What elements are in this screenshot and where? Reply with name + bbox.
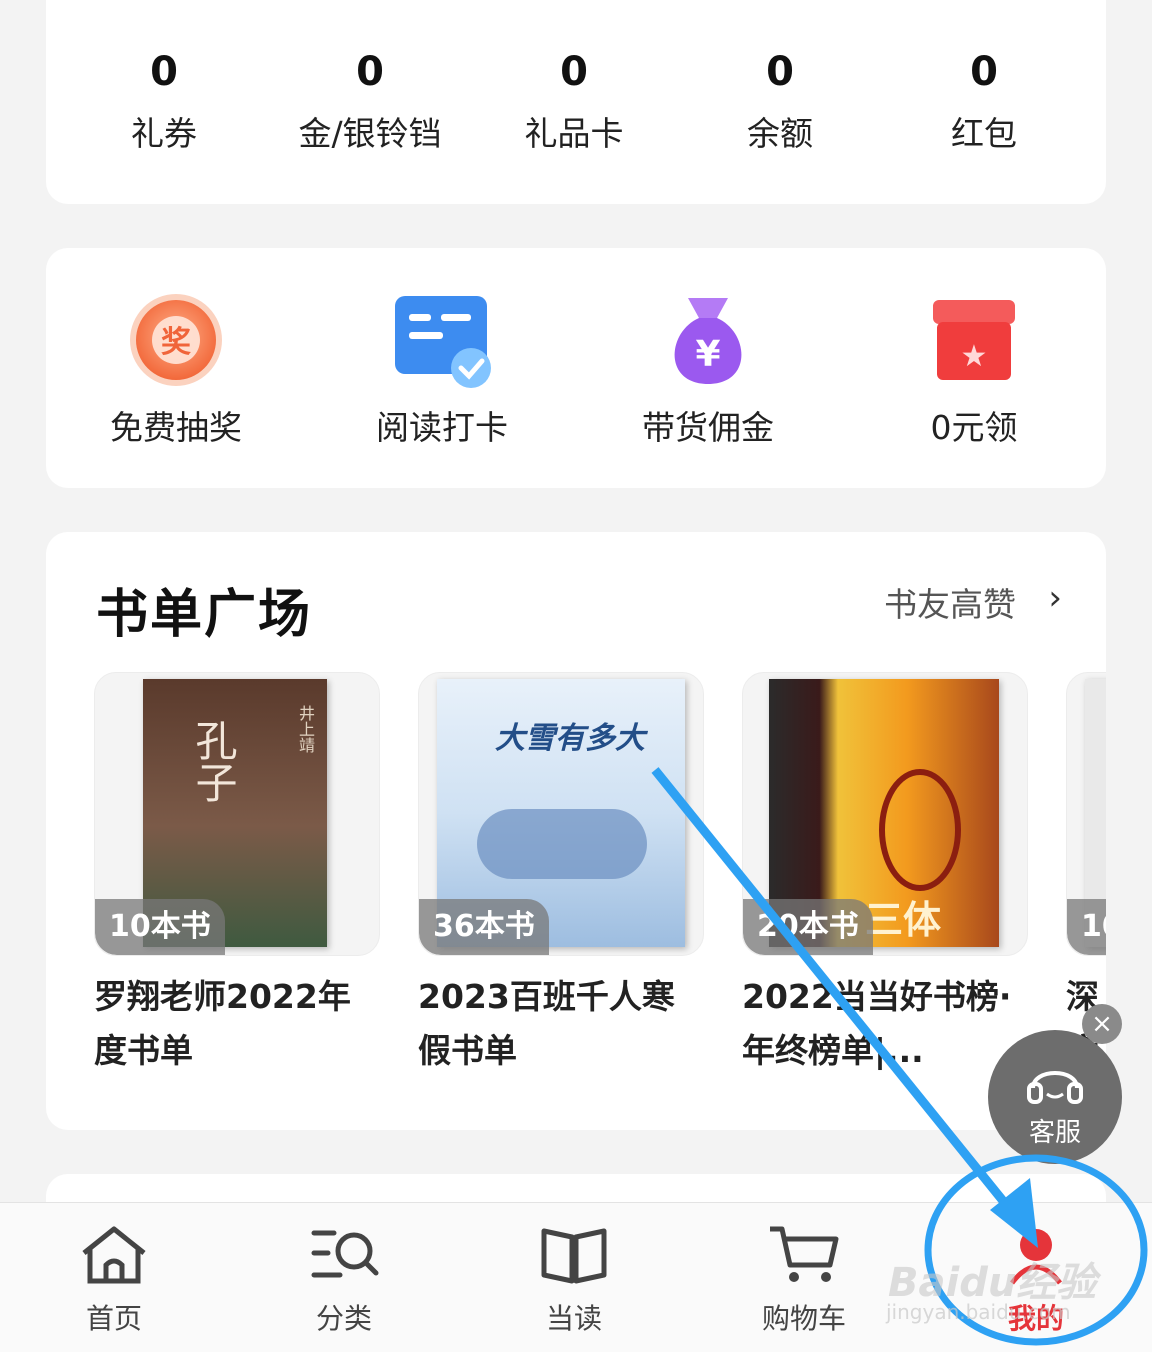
book-count-badge: 36本书 xyxy=(419,899,549,955)
customer-service-label: 客服 xyxy=(1028,1118,1081,1148)
customer-service-button[interactable]: 客服 xyxy=(988,1030,1122,1164)
stat-value: 0 xyxy=(150,49,178,95)
gift-box-icon: ★ xyxy=(919,292,1029,392)
booklist-cover: 大雪有多大 36本书 xyxy=(418,672,704,956)
tab-dangdu[interactable]: 当读 xyxy=(494,1223,654,1337)
stat-label: 礼品卡 xyxy=(524,114,624,153)
section-title: 书单广场 xyxy=(96,584,313,645)
booklist-cover: 孔子 井上靖 10本书 xyxy=(94,672,380,956)
tab-label: 首页 xyxy=(85,1302,142,1335)
booklist-item[interactable]: 孔子 井上靖 10本书 罗翔老师2022年度书单 xyxy=(94,672,380,1078)
stat-red-packet[interactable]: 0 红包 xyxy=(884,48,1084,158)
watermark-url: jingyan.baidu.com xyxy=(886,1300,1071,1324)
action-label: 0元领 xyxy=(930,408,1018,447)
stat-value: 0 xyxy=(560,49,588,95)
stat-label: 金/银铃铛 xyxy=(298,114,442,153)
tab-category[interactable]: 分类 xyxy=(264,1223,424,1337)
stat-label: 红包 xyxy=(951,114,1017,153)
quick-actions-card: 奖 免费抽奖 阅读打卡 ¥ 带货佣金 ★ 0元领 xyxy=(46,248,1106,488)
action-reading-checkin[interactable]: 阅读打卡 xyxy=(322,292,562,450)
category-search-icon xyxy=(304,1223,384,1287)
tab-label: 当读 xyxy=(545,1302,602,1335)
stat-value: 0 xyxy=(970,49,998,95)
book-count-badge: 10本书 xyxy=(95,899,225,955)
book-count-badge: 20本书 xyxy=(743,899,873,955)
svg-text:奖: 奖 xyxy=(161,325,191,360)
booklist-title: 罗翔老师2022年度书单 xyxy=(94,977,351,1070)
action-zero-yuan[interactable]: ★ 0元领 xyxy=(854,292,1094,450)
action-free-lottery[interactable]: 奖 免费抽奖 xyxy=(56,292,296,450)
tab-label: 购物车 xyxy=(761,1302,846,1335)
action-commission[interactable]: ¥ 带货佣金 xyxy=(588,292,828,450)
close-icon[interactable]: × xyxy=(1082,1004,1122,1044)
open-book-icon xyxy=(534,1223,614,1287)
stat-balance[interactable]: 0 余额 xyxy=(680,48,880,158)
booklist-title: 2023百班千人寒假书单 xyxy=(418,977,675,1070)
money-bag-icon: ¥ xyxy=(653,292,763,392)
lottery-medal-icon: 奖 xyxy=(121,292,231,392)
action-label: 阅读打卡 xyxy=(376,408,508,447)
svg-text:★: ★ xyxy=(961,339,988,374)
booklist-cover: 10 xyxy=(1066,672,1106,956)
top-rated-link[interactable]: 书友高赞 xyxy=(884,578,1016,626)
booklist-cover: 三体 20本书 xyxy=(742,672,1028,956)
tab-cart[interactable]: 购物车 xyxy=(724,1223,884,1337)
stat-gift-card[interactable]: 0 礼品卡 xyxy=(474,48,674,158)
stat-value: 0 xyxy=(766,49,794,95)
chevron-right-icon[interactable]: › xyxy=(1048,578,1062,618)
headset-icon xyxy=(1027,1071,1083,1104)
cart-icon xyxy=(764,1223,844,1287)
stat-value: 0 xyxy=(356,49,384,95)
booklist-item[interactable]: 大雪有多大 36本书 2023百班千人寒假书单 xyxy=(418,672,704,1078)
stat-label: 礼券 xyxy=(131,114,197,153)
stat-label: 余额 xyxy=(747,114,813,153)
tab-home[interactable]: 首页 xyxy=(34,1223,194,1337)
action-label: 免费抽奖 xyxy=(110,408,242,447)
stat-bells[interactable]: 0 金/银铃铛 xyxy=(270,48,470,158)
booklist-title: 2022当当好书榜·年终榜单|... xyxy=(742,977,1012,1070)
home-icon xyxy=(74,1223,154,1287)
booklist-plaza-card: 书单广场 书友高赞 › 孔子 井上靖 10本书 罗翔老师2022年度书单 大雪有… xyxy=(46,532,1106,1130)
book-count-badge: 10 xyxy=(1067,899,1106,955)
stat-coupons[interactable]: 0 礼券 xyxy=(64,48,264,158)
reading-checkin-icon xyxy=(387,292,497,392)
booklist-item[interactable]: 三体 20本书 2022当当好书榜·年终榜单|... xyxy=(742,672,1028,1078)
assets-summary-card: 0 礼券 0 金/银铃铛 0 礼品卡 0 余额 0 红包 xyxy=(46,0,1106,204)
action-label: 带货佣金 xyxy=(642,408,774,447)
tab-label: 分类 xyxy=(315,1302,372,1335)
svg-text:¥: ¥ xyxy=(695,334,720,375)
